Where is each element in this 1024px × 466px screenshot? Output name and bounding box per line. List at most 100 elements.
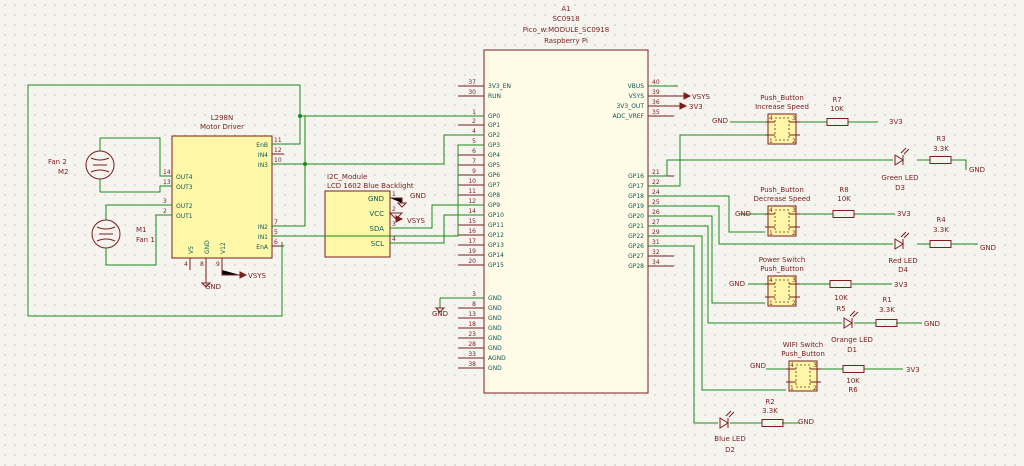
pin-name: GP7 xyxy=(488,182,500,189)
pin-name: GND xyxy=(488,295,502,302)
pin-number: 1 xyxy=(790,385,794,392)
pin-number: 11 xyxy=(274,137,282,144)
pin-name: SCL xyxy=(371,240,384,248)
led-value: Green LED xyxy=(881,174,918,182)
pico-module: A1 SC0918 Pico_w:MODULE_SC0918 Raspberry… xyxy=(458,5,674,394)
net-gnd-pico: GND xyxy=(432,310,448,318)
resistor-ref: R3 xyxy=(936,135,945,143)
pico-body[interactable] xyxy=(483,49,649,394)
pin-number: 36 xyxy=(652,99,660,106)
resistor[interactable]: R23.3K xyxy=(761,398,784,427)
pin-name: ADC_VREF xyxy=(613,113,645,120)
push-button[interactable]: Push_ButtonIncrease Speed 4 3 1 2 xyxy=(755,94,809,145)
led-ref: D3 xyxy=(895,184,905,192)
resistor[interactable]: R4 3.3K xyxy=(929,216,952,248)
pin-name: GND xyxy=(488,345,502,352)
pin-name: 3V3_OUT xyxy=(616,103,644,110)
pin-number: 3 xyxy=(792,277,796,284)
pin-number: 1 xyxy=(769,230,773,237)
pin-number: 33 xyxy=(468,351,476,358)
pico-footprint: Pico_w:MODULE_SC0918 xyxy=(523,26,609,34)
net-gnd-l298n: GND xyxy=(205,283,221,291)
resistor-value: 3.3K xyxy=(762,407,778,415)
pin-number: 2 xyxy=(813,385,817,392)
net-vsys-lcd: VSYS xyxy=(407,217,426,225)
pin-number: 1 xyxy=(472,109,476,116)
pin-name: EnB xyxy=(256,142,268,149)
net-gnd-lcd: GND xyxy=(410,192,426,200)
pin-number: 4 xyxy=(769,207,773,214)
button-subtitle: Push_Button xyxy=(781,350,825,358)
pin-name: GP0 xyxy=(488,113,500,120)
pin-number: 29 xyxy=(652,229,660,236)
pin-number: 1 xyxy=(769,300,773,307)
led[interactable]: Blue LED D2 xyxy=(714,410,746,454)
pin-number: 40 xyxy=(652,79,660,86)
pin-number: 2 xyxy=(792,138,796,145)
pin-number: 34 xyxy=(652,259,660,266)
fan-m2[interactable]: Fan 2 M2 xyxy=(48,150,115,180)
led[interactable]: Orange LED D1 xyxy=(831,310,873,354)
push-button[interactable]: Power SwitchPush_Button 4 3 1 2 xyxy=(759,256,806,307)
pin-number: 12 xyxy=(274,147,282,154)
pin-number: 3 xyxy=(392,221,396,228)
fan-m1[interactable]: M1 Fan 1 xyxy=(91,219,155,249)
button-title: Push_Button xyxy=(760,186,804,194)
net-3v3-btn2: 3V3 xyxy=(897,210,911,218)
resistor[interactable]: R710K xyxy=(826,96,849,126)
pin-number: 4 xyxy=(769,277,773,284)
net-gnd-d4: GND xyxy=(980,244,996,252)
resistor-value: 10K xyxy=(830,105,844,113)
net-gnd-d3: GND xyxy=(969,166,985,174)
pin-name: GND xyxy=(488,365,502,372)
pin-name: OUT2 xyxy=(176,203,193,210)
resistor-ref: R2 xyxy=(765,398,774,406)
push-button[interactable]: Push_ButtonDecrease Speed 4 3 1 2 xyxy=(754,186,811,237)
pin-name: GND xyxy=(488,315,502,322)
junctions xyxy=(298,114,307,166)
net-gnd-btn2: GND xyxy=(735,210,751,218)
pin-number: 6 xyxy=(472,148,476,155)
net-gnd-d2: GND xyxy=(798,418,814,426)
net-gnd-btn4: GND xyxy=(750,362,766,370)
schematic-canvas: A1 SC0918 Pico_w:MODULE_SC0918 Raspberry… xyxy=(27,5,996,454)
resistor[interactable]: R610K xyxy=(842,365,865,395)
led-ref: D1 xyxy=(847,346,857,354)
l298n-driver: L298N Motor Driver 11 EnB 12 IN4 10 IN3 7 IN2 5I… xyxy=(160,114,284,270)
pin-number: 21 xyxy=(652,169,660,176)
resistor[interactable]: R810K xyxy=(832,186,855,218)
pin-name: OUT4 xyxy=(176,174,193,181)
pin-name: GP13 xyxy=(488,242,504,249)
pin-name: GND xyxy=(488,335,502,342)
net-gnd-d1: GND xyxy=(924,320,940,328)
pin-number: 14 xyxy=(468,208,476,215)
pin-name: GP6 xyxy=(488,172,500,179)
net-3v3-pico: 3V3 xyxy=(689,103,703,111)
led-value: Blue LED xyxy=(714,435,745,443)
pin-name: GP17 xyxy=(628,183,644,190)
pin-name: GP22 xyxy=(628,233,644,240)
resistor-value: 10K xyxy=(834,294,848,302)
resistor[interactable]: R510K xyxy=(829,280,852,314)
pin-number: 19 xyxy=(468,248,476,255)
push-button[interactable]: WIFI SwitchPush_Button 4 3 1 2 xyxy=(781,341,825,392)
pin-number: 28 xyxy=(468,341,476,348)
pin-name: GP28 xyxy=(628,263,644,270)
pin-name: V12 xyxy=(220,242,227,254)
fan-m2-value: Fan 2 xyxy=(48,158,67,166)
pin-number: 1 xyxy=(769,138,773,145)
led[interactable]: Green LED D3 xyxy=(881,147,919,192)
led-ref: D4 xyxy=(898,266,908,274)
button-title: WIFI Switch xyxy=(783,341,823,349)
resistor[interactable]: R1 3.3K xyxy=(875,296,898,327)
resistor[interactable]: R3 3.3K xyxy=(929,135,952,164)
pin-number: 3 xyxy=(792,207,796,214)
button-subtitle: Decrease Speed xyxy=(754,195,811,203)
pin-number: 10 xyxy=(468,178,476,185)
button-subtitle: Increase Speed xyxy=(755,103,809,111)
lcd-ref: I2C_Module xyxy=(327,173,367,181)
led[interactable]: Red LEDD4 xyxy=(888,231,918,274)
net-vsys-pico: VSYS xyxy=(692,93,711,101)
pin-name: GP9 xyxy=(488,202,500,209)
l298n-value: Motor Driver xyxy=(200,123,244,131)
